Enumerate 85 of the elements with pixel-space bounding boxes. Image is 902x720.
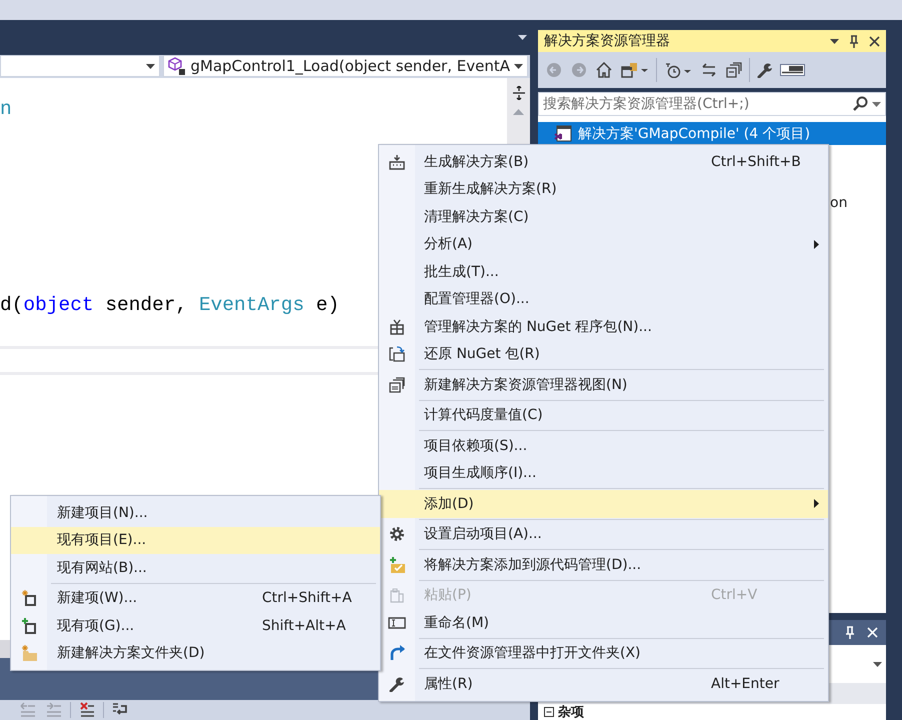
close-icon xyxy=(869,36,880,46)
curved-arrow-icon xyxy=(388,645,406,662)
shortcut-text: Ctrl+Shift+A xyxy=(262,590,353,606)
back-icon xyxy=(546,62,562,78)
outdent-icon xyxy=(20,702,36,718)
splitter-icon xyxy=(512,86,526,100)
build-icon xyxy=(389,154,405,170)
gear-icon xyxy=(389,526,405,542)
menu-item[interactable]: 项目依赖项(S)... xyxy=(379,432,828,460)
windows-icon xyxy=(389,376,405,393)
home-icon xyxy=(596,62,612,78)
clock-icon xyxy=(664,62,692,78)
menu-item[interactable]: 项目生成顺序(I)... xyxy=(379,460,828,487)
property-category[interactable]: 杂项 xyxy=(538,704,886,720)
collapse-icon xyxy=(726,62,742,78)
collapse-box-icon xyxy=(544,707,554,717)
menu-item[interactable]: 现有项目(E)... xyxy=(11,526,380,554)
menu-item[interactable]: 重新生成解决方案(R) xyxy=(379,176,828,203)
menu-item[interactable]: 新建项目(N)... xyxy=(11,499,380,526)
method-icon xyxy=(168,57,186,75)
menu-item[interactable]: 在文件资源管理器中打开文件夹(X) xyxy=(379,640,828,667)
tab-list-icon[interactable] xyxy=(518,35,527,40)
menu-item[interactable]: 新建解决方案资源管理器视图(N) xyxy=(379,371,828,398)
menu-item[interactable]: 配置管理器(O)... xyxy=(379,286,828,313)
dropdown-arrow-icon xyxy=(873,662,882,666)
pin-button[interactable] xyxy=(843,624,857,641)
menu-item[interactable]: 重命名(M) xyxy=(379,609,828,636)
forward-icon xyxy=(571,62,587,78)
dropdown-arrow-icon xyxy=(146,64,156,68)
package-icon xyxy=(390,318,404,335)
add-item-icon xyxy=(21,618,37,634)
panel-menu-button[interactable] xyxy=(828,36,841,46)
dropdown-arrow-icon xyxy=(830,38,839,44)
search-icon xyxy=(852,96,868,112)
folder-check-icon xyxy=(388,556,406,573)
panel-title: 解决方案资源管理器 xyxy=(544,32,671,50)
search-field[interactable]: 搜索解决方案资源管理器(Ctrl+;) xyxy=(538,92,886,116)
shortcut-text: Shift+Alt+A xyxy=(262,618,347,634)
new-item-icon xyxy=(21,590,37,606)
restore-icon xyxy=(389,346,405,362)
preview-button[interactable] xyxy=(780,64,805,76)
pin-icon xyxy=(845,626,855,639)
close-button[interactable] xyxy=(867,34,882,48)
preview-icon xyxy=(782,66,803,74)
pin-icon xyxy=(849,34,859,48)
rename-icon xyxy=(388,616,406,629)
shortcut-text: Ctrl+V xyxy=(711,587,758,604)
sync-arrows-icon xyxy=(701,62,717,78)
menu-item[interactable]: 清理解决方案(C) xyxy=(379,203,828,230)
menu-item[interactable]: 新建解决方案文件夹(D) xyxy=(11,640,380,667)
menu-item[interactable]: 将解决方案添加到源代码管理(D)... xyxy=(379,551,828,578)
dropdown-arrow-icon xyxy=(872,102,881,106)
clear-all-icon xyxy=(79,702,95,718)
wrench-icon xyxy=(757,62,773,78)
home-button[interactable] xyxy=(594,60,614,80)
menu-item[interactable]: 属性(R) Alt+Enter xyxy=(379,670,828,698)
menu-item[interactable]: 还原 NuGet 包(R) xyxy=(379,340,828,368)
close-icon xyxy=(867,627,878,638)
solution-icon xyxy=(554,124,572,142)
pin-button[interactable] xyxy=(847,32,861,50)
dropdown-arrow-icon xyxy=(514,64,523,68)
menu-item[interactable]: 设置启动项目(A)... xyxy=(379,520,828,548)
code-line: d(object sender, EventArgs e) xyxy=(0,294,340,316)
code-line: n xyxy=(0,98,12,120)
collapse-button[interactable] xyxy=(724,60,744,80)
shortcut-text: Alt+Enter xyxy=(711,676,780,692)
close-button[interactable] xyxy=(865,625,880,640)
new-folder-icon xyxy=(20,645,38,662)
tree-item[interactable]: 解决方案'GMapCompile' (4 个项目) xyxy=(538,122,886,145)
menu-item[interactable]: 现有网站(B)... xyxy=(11,554,380,582)
member-dropdown[interactable]: gMapControl1_Load(object sender, EventA xyxy=(163,55,528,77)
shortcut-text: Ctrl+Shift+B xyxy=(711,154,802,170)
clipboard-icon xyxy=(390,587,404,604)
menu-item[interactable]: 计算代码度量值(C) xyxy=(379,402,828,429)
switch-views-icon xyxy=(621,62,649,78)
menu-item[interactable]: 添加(D) xyxy=(379,490,828,518)
scroll-up-icon xyxy=(513,109,524,115)
menu-item[interactable]: 批生成(T)... xyxy=(379,258,828,286)
menu-item[interactable]: 现有项(G)... Shift+Alt+A xyxy=(11,612,380,640)
menu-item[interactable]: 分析(A) xyxy=(379,230,828,258)
menu-item[interactable]: 管理解决方案的 NuGet 程序包(N)... xyxy=(379,313,828,340)
wrench-icon xyxy=(389,676,405,692)
menu-item[interactable]: 新建项(W)... Ctrl+Shift+A xyxy=(11,584,380,612)
menu-item[interactable]: 生成解决方案(B) Ctrl+Shift+B xyxy=(379,148,828,176)
indent-icon xyxy=(46,702,62,718)
